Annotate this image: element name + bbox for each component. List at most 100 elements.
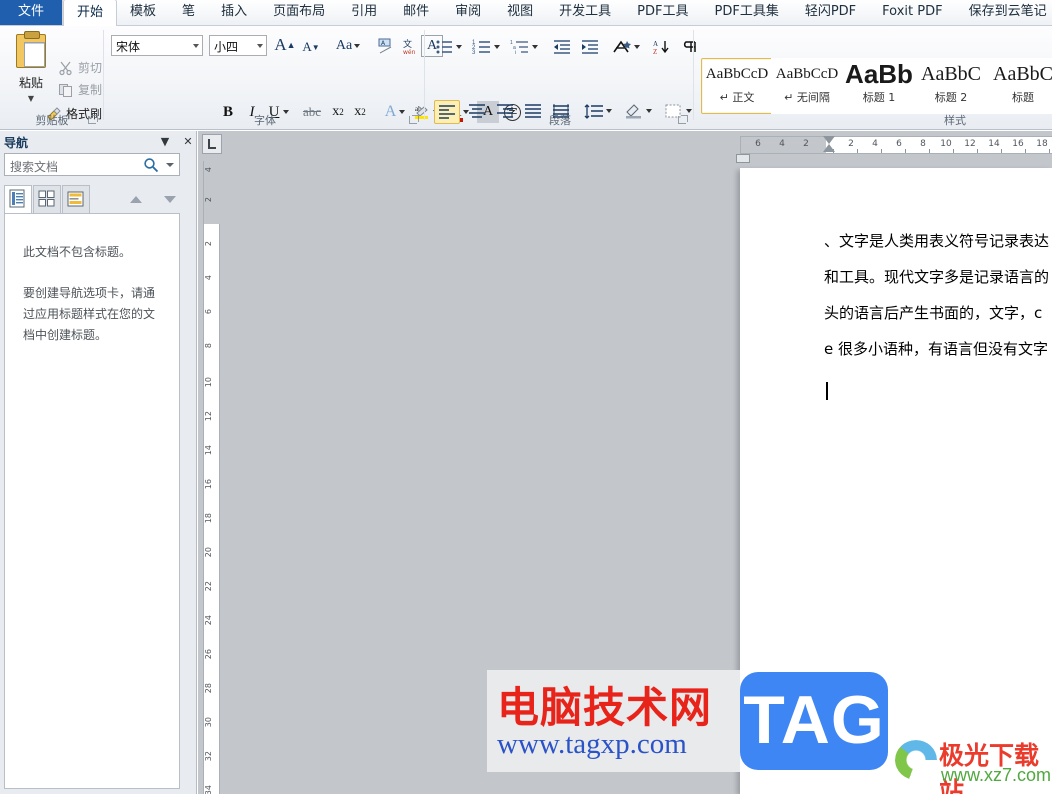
asian-layout-button[interactable]: [610, 36, 642, 58]
tab-stop-selector[interactable]: [202, 134, 222, 154]
ribbon-tab-references[interactable]: 引用: [338, 0, 390, 25]
svg-text:文: 文: [403, 38, 412, 49]
navigation-prev-next: [128, 193, 178, 207]
hruler-tick: 4: [779, 139, 785, 149]
hruler-tick: 6: [755, 139, 761, 149]
chevron-down-icon[interactable]: [257, 44, 263, 48]
ribbon-tab-view[interactable]: 视图: [494, 0, 546, 25]
style-item-no-spacing[interactable]: AaBbCcD ↵ 无间隔: [771, 58, 843, 114]
hruler-tick: 16: [1012, 139, 1024, 149]
ribbon-tab-save-to-cloud-notes[interactable]: 保存到云笔记: [956, 0, 1052, 25]
copy-label: 复制: [78, 83, 103, 97]
ribbon-tab-review[interactable]: 审阅: [442, 0, 494, 25]
hruler-tick: 10: [940, 139, 952, 149]
ribbon-group-clipboard: 粘贴 ▼ 剪切 复制 格式刷 剪贴板: [0, 26, 104, 130]
ribbon-tab-developer[interactable]: 开发工具: [546, 0, 624, 25]
watermark-tagxp-name: 电脑技术网: [497, 683, 713, 732]
ribbon-tab-pen[interactable]: 笔: [169, 0, 208, 25]
ribbon-tab-mailings[interactable]: 邮件: [390, 0, 442, 25]
chevron-down-icon[interactable]: [166, 163, 174, 167]
svg-text:3: 3: [472, 50, 476, 55]
vruler-tick: 16: [204, 479, 213, 490]
ribbon-tab-page-layout[interactable]: 页面布局: [260, 0, 338, 25]
search-input[interactable]: 搜索文档: [4, 153, 180, 176]
style-item-heading-1[interactable]: AaBb 标题 1: [843, 58, 915, 114]
document-text[interactable]: 、文字是人类用表义符号记录表达 和工具。现代文字多是记录语言的 头的语言后产生书…: [824, 223, 1052, 367]
vruler-tick: 20: [204, 547, 213, 558]
increase-indent-button[interactable]: [578, 36, 602, 58]
clear-formatting-button[interactable]: 文 wén: [399, 35, 421, 57]
style-name: ↵ 正文: [719, 91, 755, 104]
vruler-tick: 2: [204, 241, 213, 247]
multilevel-list-button[interactable]: 1ai: [508, 36, 540, 58]
bullets-button[interactable]: [434, 36, 464, 58]
triangle-down-icon[interactable]: [164, 196, 176, 203]
copy-icon: [58, 82, 74, 98]
style-item-body[interactable]: AaBbCcD ↵ 正文: [701, 58, 773, 114]
style-sample: AaBbCcD: [775, 66, 839, 82]
word-application-window: 文件 开始 模板 笔 插入 页面布局 引用 邮件 审阅 视图 开发工具 PDF工…: [0, 0, 1052, 794]
styles-group-label: 样式: [944, 114, 966, 127]
grow-font-button[interactable]: A ▲: [273, 34, 297, 56]
chevron-down-icon[interactable]: [193, 44, 199, 48]
style-item-title[interactable]: AaBbC 标题: [987, 58, 1052, 114]
empty-message-line-2: 要创建导航选项卡，请通过应用标题样式在您的文档中创建标题。: [23, 286, 156, 342]
hanging-indent-icon[interactable]: [823, 144, 835, 152]
navigation-tabs: [4, 185, 180, 213]
style-sample: AaBbC: [993, 63, 1052, 85]
indent-markers[interactable]: [823, 136, 836, 156]
empty-message-line-1: 此文档不包含标题。: [23, 245, 132, 259]
change-case-button[interactable]: Aa: [331, 35, 365, 57]
document-line: 和工具。现代文字多是记录语言的: [824, 268, 1050, 286]
group-divider: [693, 30, 694, 120]
font-group-label: 字体: [254, 114, 276, 127]
navigation-results-area: 此文档不包含标题。 要创建导航选项卡，请通过应用标题样式在您的文档中创建标题。: [4, 213, 180, 789]
vruler-tick: 12: [204, 411, 213, 422]
paragraph-dialog-launcher[interactable]: [677, 115, 688, 126]
ribbon-tab-bar: 文件 开始 模板 笔 插入 页面布局 引用 邮件 审阅 视图 开发工具 PDF工…: [0, 0, 1052, 26]
first-line-indent-icon[interactable]: [823, 136, 835, 144]
ribbon-tab-home[interactable]: 开始: [63, 0, 118, 26]
nav-tab-results[interactable]: [62, 185, 90, 213]
left-indent-marker[interactable]: [736, 154, 750, 163]
vruler-tick: 4: [204, 275, 213, 281]
hruler-tick: 2: [848, 139, 854, 149]
vruler-tick: 34: [204, 785, 213, 794]
sort-button[interactable]: AZ: [650, 36, 674, 58]
clipboard-dialog-launcher[interactable]: [87, 115, 98, 126]
font-name-combo[interactable]: 宋体: [111, 35, 203, 56]
shrink-font-button[interactable]: A ▼: [299, 36, 323, 58]
triangle-up-icon[interactable]: [130, 196, 142, 203]
style-item-heading-2[interactable]: AaBbC 标题 2: [915, 58, 987, 114]
ribbon-tab-pdf-toolkit[interactable]: PDF工具集: [702, 0, 792, 25]
ribbon-tab-template[interactable]: 模板: [117, 0, 169, 25]
hruler-tick: 4: [872, 139, 878, 149]
search-icon[interactable]: [143, 157, 159, 173]
ribbon-tab-lightpdf[interactable]: 轻闪PDF: [792, 0, 869, 25]
ribbon-tab-pdf-tools[interactable]: PDF工具: [624, 0, 701, 25]
close-icon[interactable]: ✕: [181, 135, 195, 149]
vertical-ruler[interactable]: 4 2 2 4 6 8 10 12 14 16 18 20 22 24 26 2…: [203, 161, 221, 794]
nav-tab-headings[interactable]: [4, 185, 32, 213]
ribbon-tab-foxit-pdf[interactable]: Foxit PDF: [869, 0, 955, 25]
style-name: 标题: [1012, 91, 1034, 104]
ribbon-tab-insert[interactable]: 插入: [208, 0, 260, 25]
copy-button[interactable]: 复制: [56, 80, 104, 100]
horizontal-ruler[interactable]: 6 4 2 2 4 6 8 10 12 14 16 18: [740, 136, 1052, 154]
ribbon-home-panel: 粘贴 ▼ 剪切 复制 格式刷 剪贴板 宋体 小四 A ▲ A ▼ Aa A 文 …: [0, 26, 1052, 130]
cut-button[interactable]: 剪切: [56, 58, 104, 78]
font-size-combo[interactable]: 小四: [209, 35, 267, 56]
phonetic-guide-button[interactable]: A: [375, 35, 397, 57]
nav-tab-pages[interactable]: [33, 185, 61, 213]
chevron-down-icon[interactable]: ▼: [4, 94, 58, 103]
font-dialog-launcher[interactable]: [408, 115, 419, 126]
vruler-tick: 4: [204, 167, 213, 173]
watermark-xz7: 极光下载站 www.xz7.com: [895, 736, 1051, 794]
chevron-down-icon[interactable]: ▼: [158, 135, 172, 149]
numbering-button[interactable]: 123: [470, 36, 502, 58]
watermark-tagxp-url: www.tagxp.com: [497, 728, 687, 760]
ribbon-tab-file[interactable]: 文件: [0, 0, 64, 25]
font-size-value: 小四: [214, 40, 239, 54]
decrease-indent-button[interactable]: [550, 36, 574, 58]
group-divider: [103, 30, 104, 120]
